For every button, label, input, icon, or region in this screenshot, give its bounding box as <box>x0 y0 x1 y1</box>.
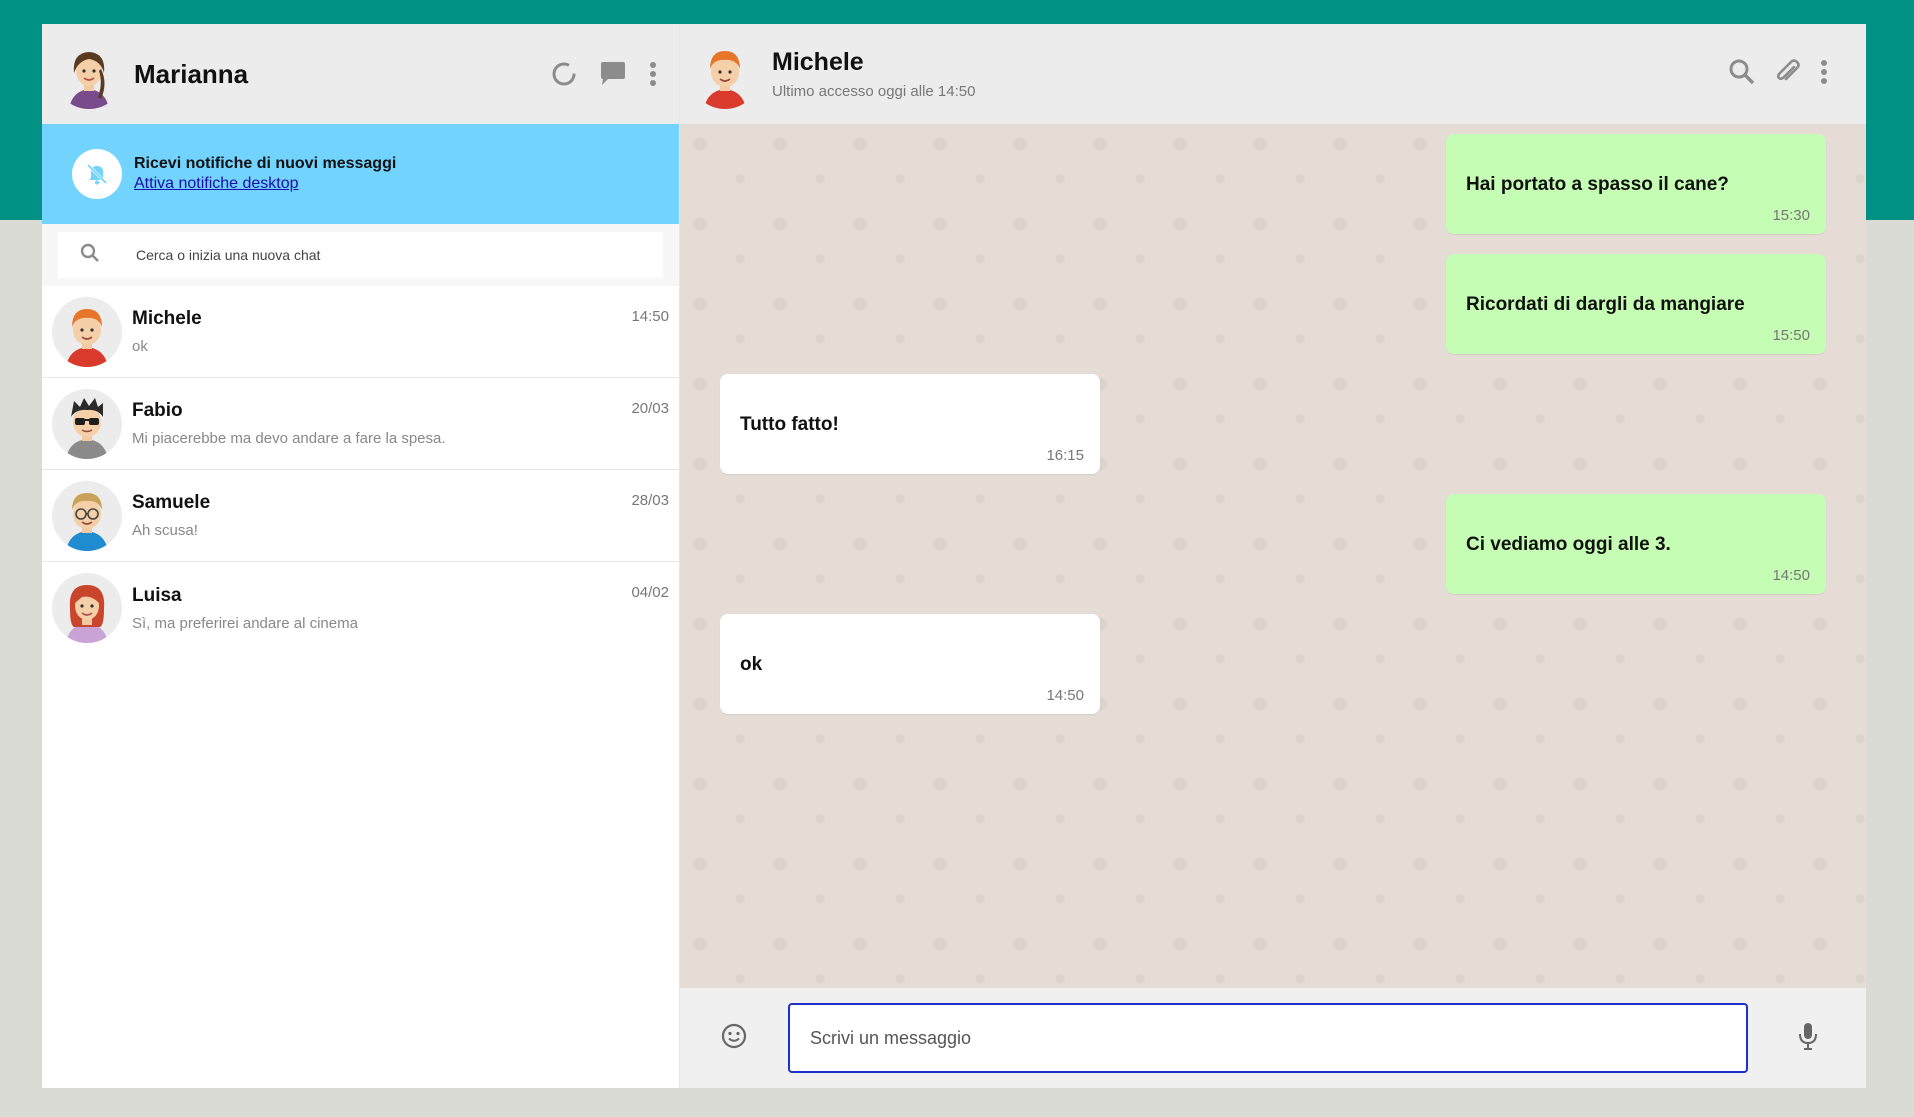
avatar <box>52 388 122 459</box>
search-icon <box>80 243 100 268</box>
chat-item-samuele[interactable]: Samuele Ah scusa! 28/03 <box>42 470 679 562</box>
chat-last-message: ok <box>132 338 148 355</box>
avatar <box>52 573 122 643</box>
chat-list: Michele ok 14:50 Fabio Mi piacerebbe ma … <box>42 286 679 1088</box>
chat-panel: Michele Ultimo accesso oggi alle 14:50 H… <box>680 24 1866 1088</box>
menu-dots-icon[interactable] <box>649 61 657 87</box>
message-text: Tutto fatto! <box>740 414 839 435</box>
message-text: Ricordati di dargli da mangiare <box>1466 294 1745 315</box>
chat-header: Michele Ultimo accesso oggi alle 14:50 <box>680 24 1866 124</box>
chat-item-fabio[interactable]: Fabio Mi piacerebbe ma devo andare a far… <box>42 378 679 470</box>
chat-item-michele[interactable]: Michele ok 14:50 <box>42 286 679 378</box>
attach-icon[interactable] <box>1774 58 1802 91</box>
message-time: 15:50 <box>1772 327 1810 344</box>
avatar <box>52 480 122 551</box>
message-time: 15:30 <box>1772 207 1810 224</box>
message-text: Ci vediamo oggi alle 3. <box>1466 534 1671 555</box>
chat-name: Luisa <box>132 584 182 606</box>
chat-time: 04/02 <box>631 584 669 601</box>
message-time: 16:15 <box>1046 447 1084 464</box>
chat-last-message: Ah scusa! <box>132 522 198 539</box>
contact-last-seen: Ultimo accesso oggi alle 14:50 <box>772 83 976 100</box>
chat-item-luisa[interactable]: Luisa Sì, ma preferirei andare al cinema… <box>42 562 679 654</box>
search-icon[interactable] <box>1728 58 1756 91</box>
app-window: Marianna Ricevi notifiche di nuovi messa… <box>42 24 1866 1088</box>
chat-name: Samuele <box>132 492 211 513</box>
user-name: Marianna <box>134 58 249 89</box>
bell-muted-icon <box>72 149 122 199</box>
status-ring-icon[interactable] <box>551 61 577 87</box>
message-text: ok <box>740 654 763 675</box>
search-input[interactable] <box>136 247 536 263</box>
chat-time: 28/03 <box>631 492 669 509</box>
message-input[interactable] <box>788 1003 1748 1073</box>
user-avatar[interactable] <box>54 39 124 109</box>
menu-dots-icon[interactable] <box>1820 59 1828 90</box>
microphone-icon[interactable] <box>1796 1021 1820 1056</box>
search-box <box>58 232 663 278</box>
contact-name: Michele <box>772 48 864 76</box>
message-time: 14:50 <box>1046 687 1084 704</box>
enable-notifications-link[interactable]: Attiva notifiche desktop <box>134 174 396 194</box>
search-bar <box>42 224 679 286</box>
notification-title: Ricevi notifiche di nuovi messaggi <box>134 155 397 172</box>
sidebar-header: Marianna <box>42 24 679 124</box>
sidebar: Marianna Ricevi notifiche di nuovi messa… <box>42 24 680 1088</box>
chat-last-message: Mi piacerebbe ma devo andare a fare la s… <box>132 430 446 447</box>
notification-banner: Ricevi notifiche di nuovi messaggi Attiv… <box>42 124 679 224</box>
message-area[interactable]: Hai portato a spasso il cane? 15:30 Rico… <box>680 124 1866 988</box>
chat-name: Fabio <box>132 400 183 421</box>
chat-last-message: Sì, ma preferirei andare al cinema <box>132 614 358 632</box>
chat-time: 20/03 <box>631 400 669 417</box>
message-bubble-outgoing: Ci vediamo oggi alle 3. 14:50 <box>1446 494 1826 594</box>
new-chat-icon[interactable] <box>599 61 627 87</box>
sidebar-header-actions <box>551 61 657 87</box>
message-time: 14:50 <box>1772 567 1810 584</box>
message-bubble-outgoing: Ricordati di dargli da mangiare 15:50 <box>1446 254 1826 354</box>
chat-header-actions <box>1728 58 1828 91</box>
avatar <box>52 296 122 367</box>
message-bubble-incoming: ok 14:50 <box>720 614 1100 714</box>
contact-avatar[interactable] <box>690 39 760 109</box>
chat-time: 14:50 <box>631 308 669 325</box>
chat-name: Michele <box>132 308 202 329</box>
message-text: Hai portato a spasso il cane? <box>1466 174 1729 195</box>
message-bubble-outgoing: Hai portato a spasso il cane? 15:30 <box>1446 134 1826 234</box>
message-bubble-incoming: Tutto fatto! 16:15 <box>720 374 1100 474</box>
emoji-icon[interactable] <box>720 1022 748 1055</box>
message-composer <box>680 988 1866 1088</box>
